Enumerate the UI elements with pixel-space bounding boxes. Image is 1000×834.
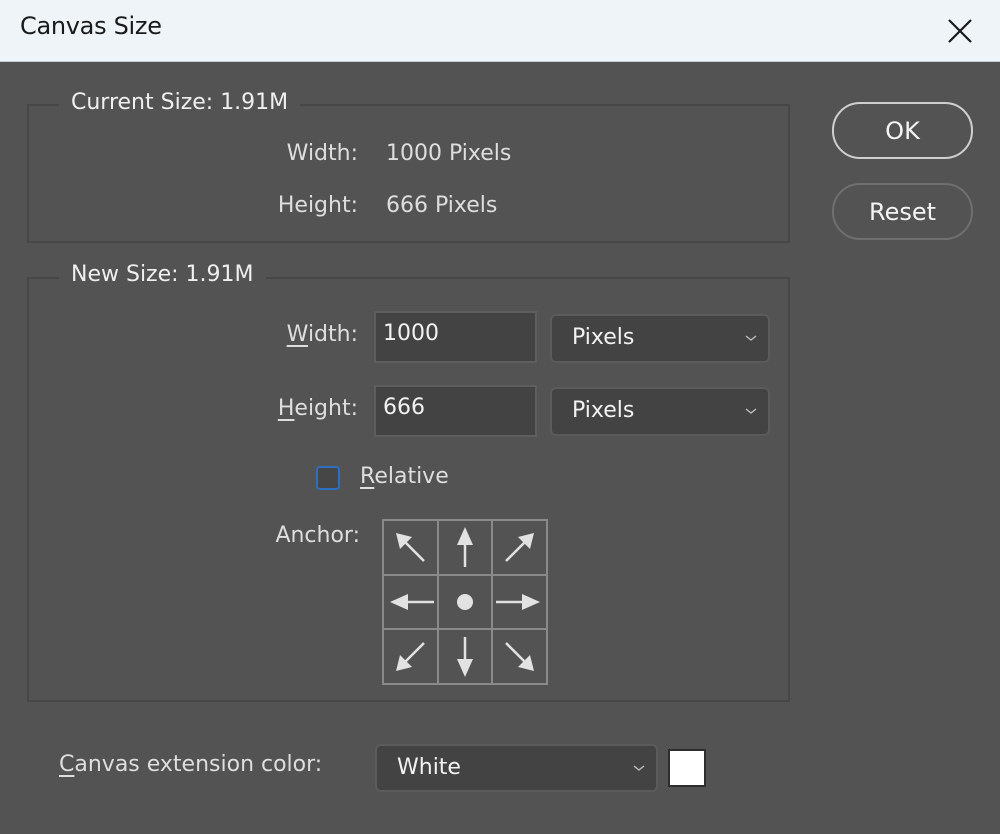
title-bar: Canvas Size xyxy=(0,0,1000,62)
arrow-right-icon xyxy=(495,593,540,610)
anchor-bottom-right[interactable] xyxy=(492,629,547,684)
extension-label-rest: anvas extension color: xyxy=(74,752,323,777)
width-input[interactable]: 1000 xyxy=(374,311,537,363)
anchor-center[interactable] xyxy=(437,574,493,630)
height-label-rest: eight: xyxy=(294,396,358,421)
height-unit-select[interactable]: Pixels xyxy=(550,387,770,436)
extension-color-select[interactable]: White xyxy=(375,744,658,792)
ok-button[interactable]: OK xyxy=(832,102,973,159)
arrow-up-right-icon xyxy=(504,533,534,563)
anchor-bottom-left[interactable] xyxy=(383,629,438,684)
extension-color-swatch[interactable] xyxy=(668,749,706,787)
anchor-top-left[interactable] xyxy=(383,520,438,575)
height-mnemonic: H xyxy=(277,396,295,421)
ok-label: OK xyxy=(885,116,920,145)
current-width-label: Width: xyxy=(286,141,358,166)
anchor-grid xyxy=(382,519,548,685)
anchor-right[interactable] xyxy=(492,574,547,630)
anchor-bottom[interactable] xyxy=(437,629,493,684)
relative-mnemonic: R xyxy=(360,464,375,489)
width-mnemonic: W xyxy=(286,322,308,347)
new-height-label: Height: xyxy=(278,396,358,421)
relative-label-rest: elative xyxy=(374,464,449,489)
arrow-up-left-icon xyxy=(396,533,426,563)
window-title: Canvas Size xyxy=(20,12,162,40)
arrow-down-right-icon xyxy=(504,641,534,671)
dialog-body: Current Size: 1.91M Width: 1000 Pixels H… xyxy=(0,62,1000,834)
anchor-left[interactable] xyxy=(383,574,438,630)
height-input[interactable]: 666 xyxy=(374,385,537,437)
width-unit-value: Pixels xyxy=(572,325,635,350)
relative-checkbox[interactable] xyxy=(316,466,340,490)
dot-icon xyxy=(456,593,473,610)
new-width-label: Width: xyxy=(287,322,358,347)
anchor-label: Anchor: xyxy=(275,523,360,548)
close-button[interactable] xyxy=(920,0,1000,61)
arrow-down-icon xyxy=(456,636,473,677)
arrow-up-icon xyxy=(456,527,473,568)
extension-mnemonic: C xyxy=(59,752,75,777)
current-width-value: 1000 Pixels xyxy=(386,141,512,166)
extension-color-value: White xyxy=(397,755,461,780)
current-size-group xyxy=(27,104,790,243)
current-height-value: 666 Pixels xyxy=(386,193,498,218)
close-icon xyxy=(948,18,972,43)
new-size-legend: New Size: 1.91M xyxy=(59,262,266,287)
relative-label[interactable]: Relative xyxy=(360,464,449,489)
anchor-top-right[interactable] xyxy=(492,520,547,575)
height-unit-value: Pixels xyxy=(572,398,635,423)
width-input-value: 1000 xyxy=(383,321,439,346)
chevron-down-icon xyxy=(745,408,757,414)
arrow-left-icon xyxy=(390,593,435,610)
chevron-down-icon xyxy=(633,765,645,771)
width-unit-select[interactable]: Pixels xyxy=(550,314,770,363)
current-height-label: Height: xyxy=(277,193,358,218)
width-label-rest: idth: xyxy=(307,322,358,347)
current-size-legend: Current Size: 1.91M xyxy=(59,90,301,115)
reset-label: Reset xyxy=(868,197,937,226)
arrow-down-left-icon xyxy=(396,641,426,671)
extension-color-label: Canvas extension color: xyxy=(59,752,322,777)
height-input-value: 666 xyxy=(383,395,425,420)
chevron-down-icon xyxy=(745,335,757,341)
reset-button[interactable]: Reset xyxy=(832,183,973,240)
anchor-top[interactable] xyxy=(437,520,493,575)
